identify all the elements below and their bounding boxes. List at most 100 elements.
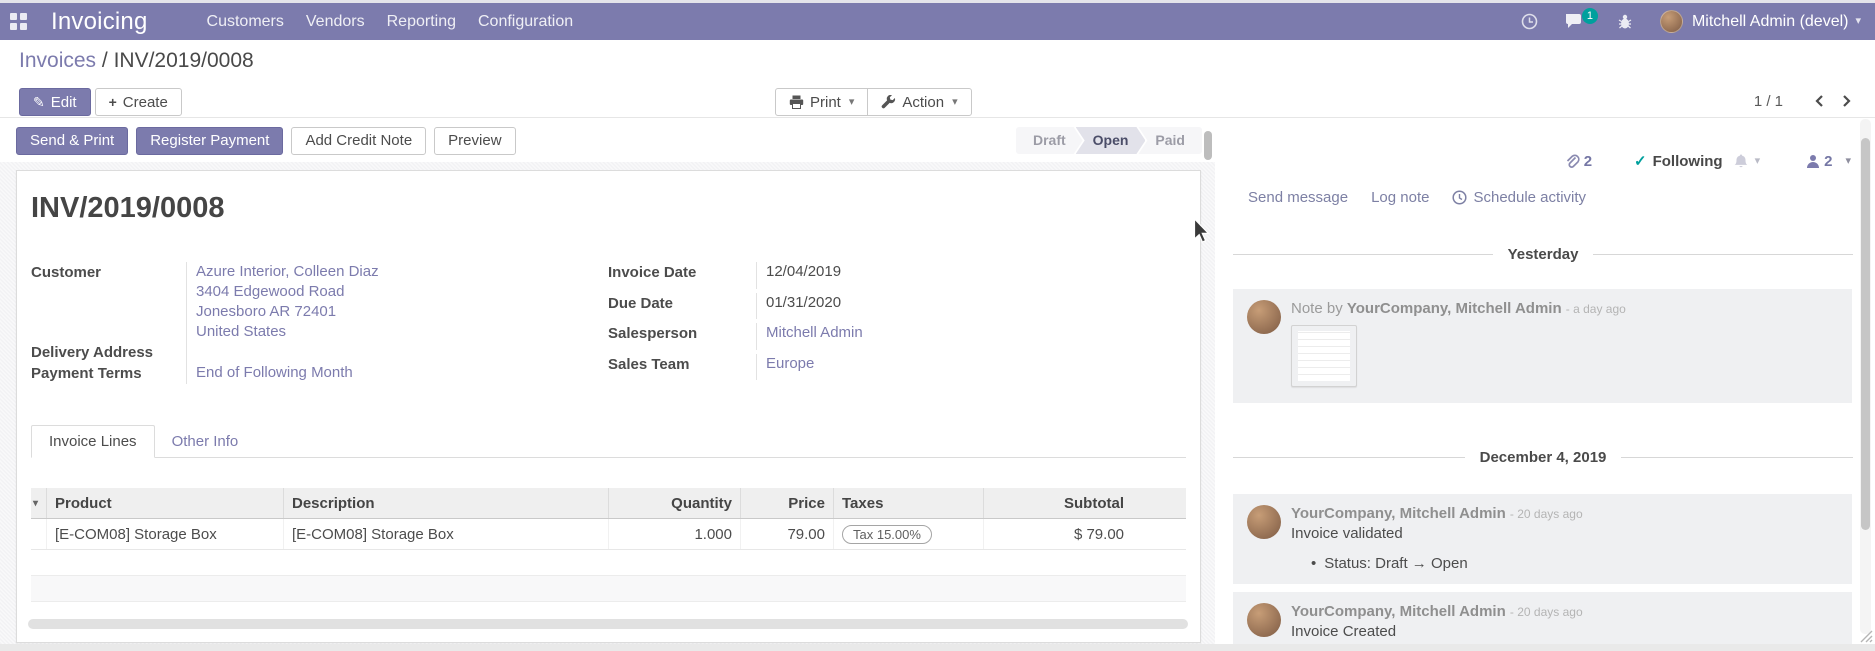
user-menu-label[interactable]: Mitchell Admin (devel)	[1692, 13, 1849, 31]
tax-badge: Tax 15.00%	[842, 525, 932, 544]
apps-menu-icon[interactable]	[10, 13, 27, 30]
avatar	[1247, 300, 1281, 334]
subscribe-bell-button[interactable]: ▾	[1733, 153, 1761, 170]
breadcrumb-invoices-link[interactable]: Invoices	[19, 49, 96, 72]
edit-button[interactable]: ✎ Edit	[19, 88, 91, 116]
following-button[interactable]: ✓ Following	[1634, 152, 1723, 170]
salesperson-value[interactable]: Mitchell Admin	[766, 324, 863, 341]
plus-icon: +	[109, 94, 117, 110]
message-body: Invoice Created	[1291, 623, 1838, 640]
followers-button[interactable]: 2 ▾	[1806, 153, 1851, 170]
avatar	[1247, 603, 1281, 637]
message-author[interactable]: YourCompany, Mitchell Admin	[1291, 603, 1506, 620]
customer-label: Customer	[31, 262, 186, 342]
form-vertical-scrollbar[interactable]	[1204, 131, 1212, 160]
navbar-systray: 1 Mitchell Admin (devel) ▾	[1521, 10, 1861, 33]
horizontal-scrollbar[interactable]	[28, 619, 1188, 629]
tab-invoice-lines[interactable]: Invoice Lines	[31, 425, 155, 458]
cell-product: [E-COM08] Storage Box	[46, 519, 283, 549]
state-paid[interactable]: Paid	[1138, 127, 1202, 154]
print-action-group: Print ▾ Action ▾	[775, 88, 972, 116]
menu-vendors[interactable]: Vendors	[295, 4, 376, 40]
debug-bug-icon[interactable]	[1616, 13, 1634, 31]
state-draft[interactable]: Draft	[1016, 127, 1083, 154]
header-product: Product	[46, 488, 283, 518]
state-open-active[interactable]: Open	[1076, 127, 1146, 154]
pager-value[interactable]: 1 / 1	[1754, 93, 1783, 110]
form-view-pane: Send & Print Register Payment Add Credit…	[0, 119, 1215, 644]
customer-street[interactable]: 3404 Edgewood Road	[196, 282, 608, 302]
breadcrumb-separator: /	[102, 49, 108, 72]
activities-clock-icon[interactable]	[1521, 13, 1538, 30]
header-quantity: Quantity	[608, 488, 740, 518]
chatter-panel: 2 ✓ Following ▾ 2 ▾ Send message	[1215, 119, 1875, 644]
cell-description: [E-COM08] Storage Box	[283, 519, 608, 549]
register-payment-button[interactable]: Register Payment	[136, 127, 283, 155]
message-content: YourCompany, Mitchell Admin - 20 days ag…	[1291, 505, 1838, 572]
action-dropdown-button[interactable]: Action ▾	[867, 88, 971, 116]
invoice-title: INV/2019/0008	[31, 192, 1186, 225]
header-subtotal: Subtotal	[983, 488, 1186, 518]
customer-country[interactable]: United States	[196, 322, 608, 342]
form-statusbar: Send & Print Register Payment Add Credit…	[0, 119, 1215, 162]
empty-table-row	[31, 576, 1186, 602]
note-attachment-thumbnail[interactable]	[1291, 325, 1357, 387]
apps-grid-square	[10, 23, 17, 30]
preview-button[interactable]: Preview	[434, 127, 515, 155]
message-author[interactable]: YourCompany, Mitchell Admin	[1291, 505, 1506, 522]
schedule-clock-icon	[1452, 190, 1467, 205]
log-note-button[interactable]: Log note	[1371, 189, 1429, 206]
pager-next-icon[interactable]	[1833, 92, 1861, 110]
invoice-date-label: Invoice Date	[608, 262, 756, 289]
payment-terms-value[interactable]: End of Following Month	[196, 364, 353, 381]
user-menu-caret-icon[interactable]: ▾	[1855, 16, 1861, 27]
chatter-scrollbar[interactable]	[1861, 138, 1870, 530]
resize-grip-icon[interactable]	[1858, 628, 1873, 643]
menu-customers[interactable]: Customers	[196, 4, 295, 40]
print-dropdown-button[interactable]: Print ▾	[775, 88, 868, 116]
customer-value: Azure Interior, Colleen Diaz 3404 Edgewo…	[186, 262, 608, 342]
tab-other-info[interactable]: Other Info	[155, 426, 256, 457]
breadcrumb-current: INV/2019/0008	[114, 49, 254, 72]
message-body: Invoice validated	[1291, 525, 1838, 542]
sales-team-value[interactable]: Europe	[766, 355, 814, 372]
breadcrumb: Invoices / INV/2019/0008	[19, 49, 254, 73]
header-description: Description	[283, 488, 608, 518]
tracking-value: •Status: Draft → Open	[1311, 555, 1838, 572]
notebook-tabs: Invoice Lines Other Info	[31, 423, 1186, 458]
delivery-address-value	[186, 342, 608, 363]
schedule-activity-button[interactable]: Schedule activity	[1452, 189, 1586, 206]
message-timestamp: - a day ago	[1566, 302, 1626, 316]
messages-badge: 1	[1582, 8, 1598, 24]
message-content: YourCompany, Mitchell Admin - 20 days ag…	[1291, 603, 1838, 648]
column-toggle-caret-icon[interactable]: ▾	[31, 488, 46, 518]
salesperson-label: Salesperson	[608, 323, 756, 350]
apps-grid-square	[10, 13, 17, 20]
dropdown-caret-icon: ▾	[952, 97, 958, 108]
invoice-lines-table: ▾ Product Description Quantity Price Tax…	[31, 488, 1186, 628]
message-author[interactable]: YourCompany, Mitchell Admin	[1347, 300, 1562, 317]
send-print-button[interactable]: Send & Print	[16, 127, 128, 155]
customer-link[interactable]: Azure Interior, Colleen Diaz	[196, 262, 608, 282]
message-content: Note by YourCompany, Mitchell Admin - a …	[1291, 300, 1838, 387]
status-pipeline: Draft Open Paid	[1016, 127, 1202, 154]
window-bottom-edge	[0, 644, 1875, 651]
cell-subtotal: $ 79.00	[983, 519, 1186, 549]
due-date-value: 01/31/2020	[756, 293, 1186, 320]
table-row[interactable]: [E-COM08] Storage Box [E-COM08] Storage …	[31, 519, 1186, 550]
pager-previous-icon[interactable]	[1805, 92, 1833, 110]
attachments-button[interactable]: 2	[1564, 153, 1592, 170]
add-credit-note-button[interactable]: Add Credit Note	[291, 127, 426, 155]
send-message-button[interactable]: Send message	[1248, 189, 1348, 206]
customer-city[interactable]: Jonesboro AR 72401	[196, 302, 608, 322]
delivery-address-label: Delivery Address	[31, 342, 186, 363]
app-name[interactable]: Invoicing	[51, 8, 148, 36]
messages-icon[interactable]: 1	[1564, 12, 1586, 31]
wrench-icon	[881, 95, 896, 110]
user-avatar[interactable]	[1660, 10, 1683, 33]
bell-icon	[1733, 153, 1749, 170]
menu-reporting[interactable]: Reporting	[376, 4, 467, 40]
create-button[interactable]: + Create	[95, 88, 182, 116]
apps-grid-square	[20, 23, 27, 30]
menu-configuration[interactable]: Configuration	[467, 4, 584, 40]
